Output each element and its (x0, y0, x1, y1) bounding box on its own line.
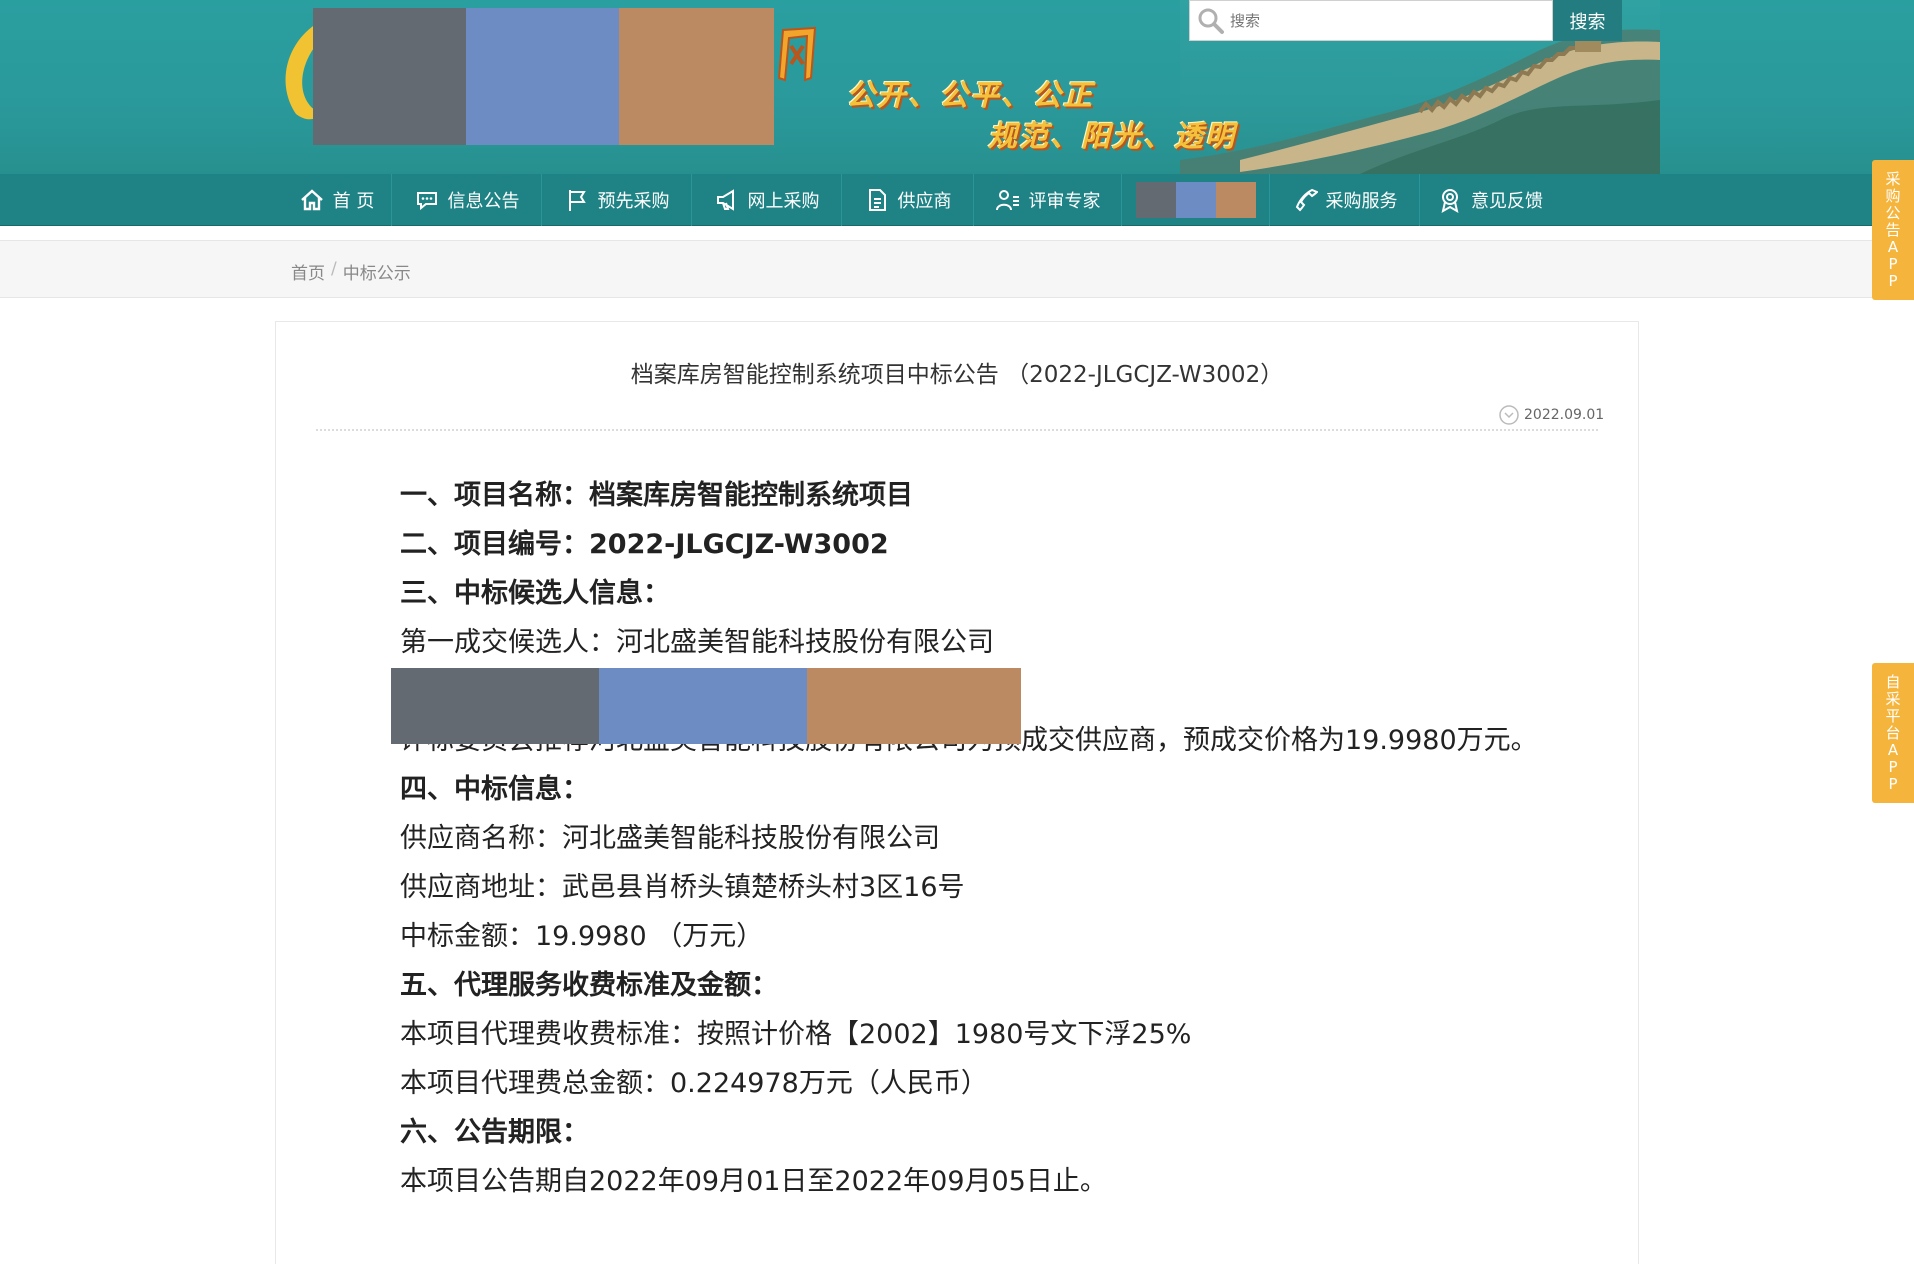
flag-icon (568, 190, 586, 211)
agency-fee-standard-line: 本项目代理费收费标准：按照计价格【2002】1980号文下浮25% (400, 1019, 1192, 1050)
project-name-line: 一、项目名称：档案库房智能控制系统项目 (400, 480, 913, 511)
nav-item-experts[interactable]: 评审专家 (974, 174, 1122, 226)
nav-label-announcements: 信息公告 (447, 191, 520, 212)
article-date-text: 2022.09.01 (1524, 407, 1605, 423)
supplier-address-line: 供应商地址：武邑县肖桥头镇楚桥头村3区16号 (400, 872, 965, 903)
side-tab-char: P (1888, 271, 1898, 290)
search-button[interactable]: 搜索 (1553, 0, 1622, 41)
breadcrumb: 首页 / 中标公示 (291, 259, 411, 284)
nav-label-home: 首 页 (332, 191, 375, 212)
document-icon (868, 189, 886, 211)
project-code-line: 二、项目编号：2022-JLGCJZ-W3002 (400, 529, 889, 560)
nav-item-suppliers[interactable]: 供应商 (842, 174, 974, 226)
article-body: 一、项目名称：档案库房智能控制系统项目 二、项目编号：2022-JLGCJZ-W… (391, 476, 1538, 1211)
side-tab-char: P (1888, 254, 1898, 273)
expert-icon (995, 190, 1019, 211)
nav-item-redacted[interactable] (1122, 174, 1270, 226)
search-icon (1198, 8, 1224, 34)
nav-label-online-procurement: 网上采购 (747, 191, 820, 212)
slogan-line-2: 规范、阳光、透明 (988, 119, 1237, 153)
slogan-line-1: 公开、公平、公正 (846, 78, 1095, 112)
nav-label-suppliers: 供应商 (897, 191, 952, 212)
candidate-heading: 三、中标候选人信息： (400, 578, 670, 609)
side-tab-char: 告 (1885, 220, 1901, 239)
nav-label-pre-procurement: 预先采购 (597, 191, 670, 212)
side-tab-char: P (1888, 757, 1898, 776)
side-tab-char: A (1887, 740, 1899, 759)
nav-item-online-procurement[interactable]: 网上采购 (692, 174, 842, 226)
search-box (1189, 0, 1553, 41)
nav-item-announcements[interactable]: 信息公告 (392, 174, 542, 226)
side-tab-char: 台 (1885, 723, 1901, 742)
breadcrumb-separator: / (331, 259, 337, 279)
side-tab-char: 购 (1885, 186, 1901, 205)
nav-label-feedback: 意见反馈 (1471, 191, 1543, 212)
award-info-heading: 四、中标信息： (400, 774, 589, 805)
side-tab-char: 自 (1885, 672, 1901, 691)
redacted-line (391, 668, 1538, 744)
redacted-nav-label (1135, 182, 1256, 218)
redacted-logo (313, 8, 774, 145)
phone-icon (1295, 188, 1318, 212)
nav-label-procurement-service: 采购服务 (1325, 191, 1398, 212)
side-tab-char: 采 (1885, 689, 1901, 708)
first-candidate-line: 第一成交候选人：河北盛美智能科技股份有限公司 (400, 627, 994, 658)
side-tab-char: A (1887, 237, 1899, 256)
megaphone-icon (716, 189, 734, 211)
main-nav: 首 页 信息公告 预先采购 网上采购 供应商 评审专家 采购服务 意见反馈 (0, 174, 1914, 226)
side-tab-char: P (1888, 774, 1898, 793)
header-banner: 公开、公平、公正 规范、阳光、透明 搜索 (0, 0, 1914, 174)
notice-period-line: 本项目公告期自2022年09月01日至2022年09月05日止。 (400, 1166, 1107, 1197)
redaction-block (391, 668, 1021, 744)
breadcrumb-current: 中标公示 (342, 264, 411, 284)
agency-fee-total-line: 本项目代理费总金额：0.224978万元（人民币） (400, 1068, 988, 1099)
nav-item-feedback[interactable]: 意见反馈 (1420, 174, 1560, 226)
side-tab-char: 采 (1885, 169, 1901, 188)
article-title: 档案库房智能控制系统项目中标公告 （2022-JLGCJZ-W3002） (630, 362, 1284, 388)
home-icon (300, 189, 323, 211)
article-date: 2022.09.01 (1498, 404, 1604, 426)
award-icon (1441, 189, 1459, 213)
notice-period-heading: 六、公告期限： (400, 1117, 589, 1148)
side-tab-procurement-app[interactable]: 采 购 公 告 A P P (1872, 160, 1914, 300)
side-tab-char: 平 (1885, 706, 1901, 725)
supplier-name-line: 供应商名称：河北盛美智能科技股份有限公司 (400, 823, 940, 854)
chat-icon (416, 192, 437, 211)
breadcrumb-home-link[interactable]: 首页 (291, 259, 325, 284)
nav-item-home[interactable]: 首 页 (282, 174, 392, 226)
side-tab-char: 公 (1885, 203, 1901, 222)
title-divider (316, 429, 1598, 431)
nav-item-procurement-service[interactable]: 采购服务 (1270, 174, 1420, 226)
logo-glyph (777, 26, 817, 82)
nav-label-experts: 评审专家 (1028, 191, 1101, 212)
nav-item-pre-procurement[interactable]: 预先采购 (542, 174, 692, 226)
side-tab-self-procurement-app[interactable]: 自 采 平 台 A P P (1872, 663, 1914, 803)
agency-fee-heading: 五、代理服务收费标准及金额： (400, 970, 778, 1001)
breadcrumb-bar: 首页 / 中标公示 (0, 240, 1914, 298)
award-amount-line: 中标金额：19.9980 （万元） (400, 921, 764, 952)
clock-icon (1499, 405, 1519, 425)
search-input[interactable] (1230, 11, 1530, 30)
